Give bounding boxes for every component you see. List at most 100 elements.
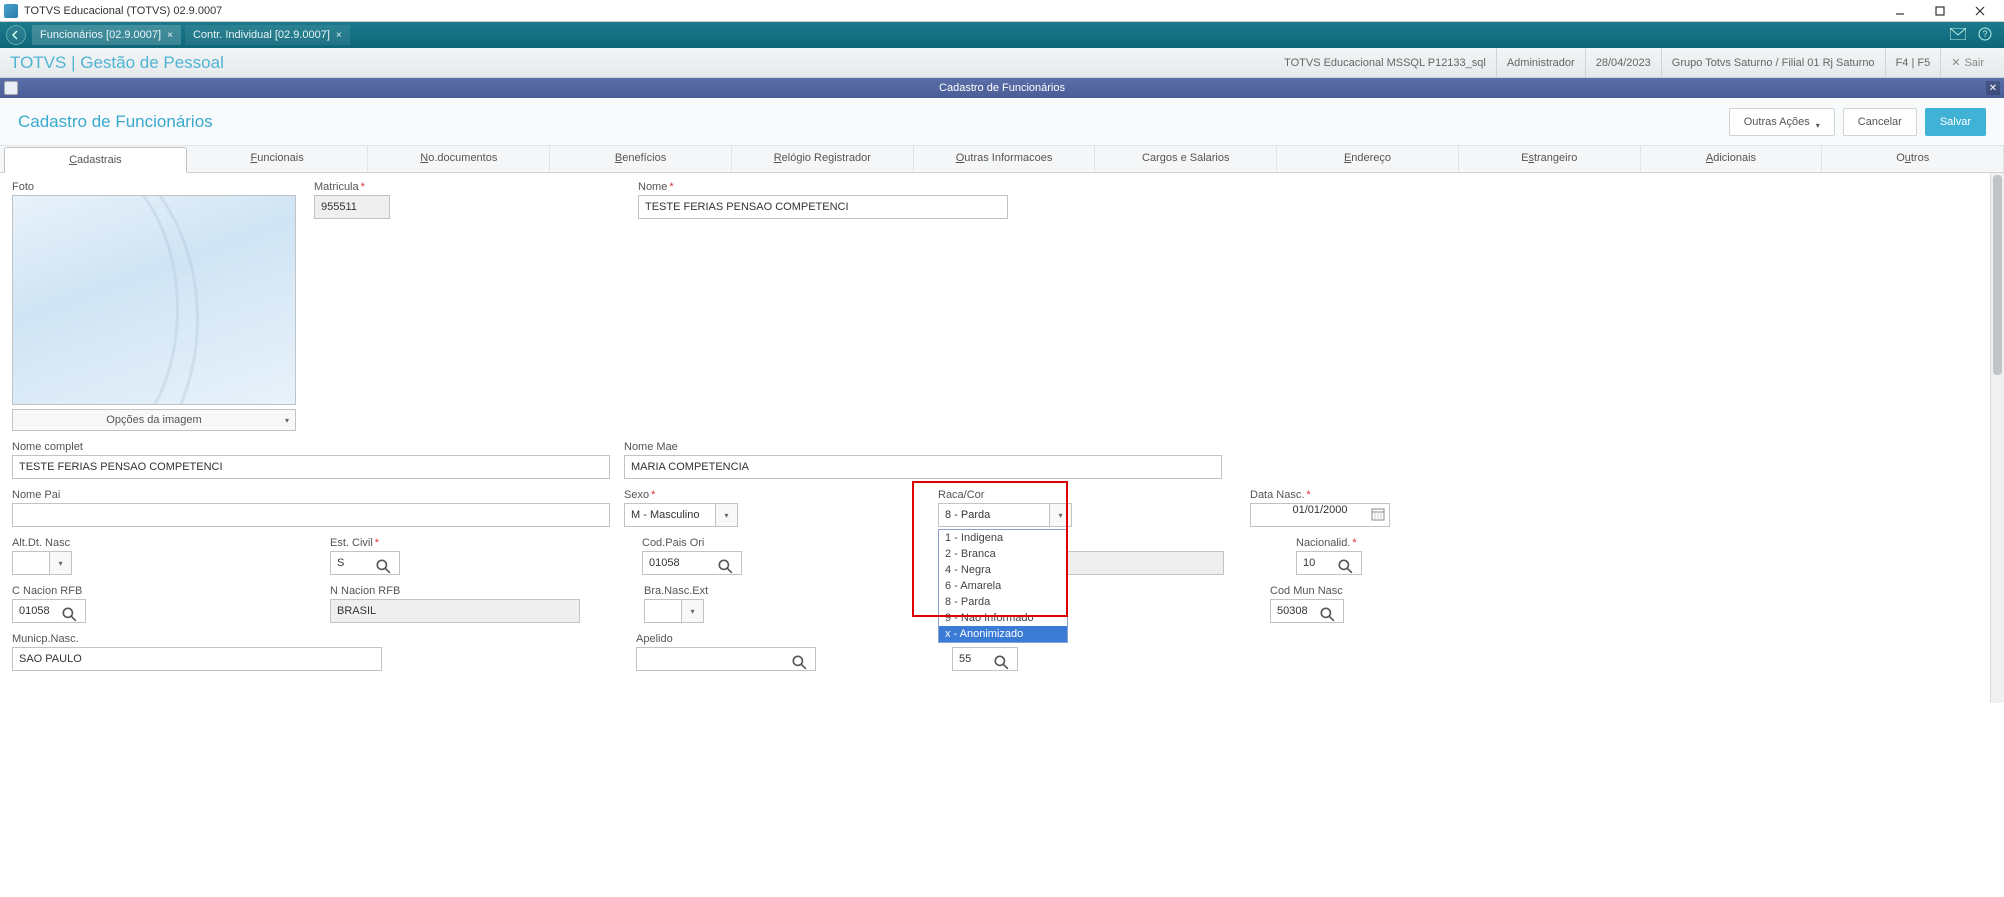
help-icon[interactable]: ?	[1978, 27, 1992, 44]
label-nome-pai: Nome Pai	[12, 489, 610, 501]
app-icon	[4, 4, 18, 18]
tab-no-documentos[interactable]: No.documentos	[368, 146, 550, 172]
window-icon	[4, 81, 18, 95]
raca-option[interactable]: 8 - Parda	[939, 594, 1067, 610]
svg-text:?: ?	[1982, 29, 1987, 39]
form-area: Foto Opções da imagem▾ Matricula* Nome*	[0, 173, 2004, 703]
raca-option[interactable]: 6 - Amarela	[939, 578, 1067, 594]
label-raca-cor: Raca/Cor	[938, 489, 1072, 501]
search-icon[interactable]	[379, 555, 395, 571]
raca-option[interactable]: 1 - Indigena	[939, 530, 1067, 546]
tab-endereco[interactable]: Endereço	[1277, 146, 1459, 172]
label-foto: Foto	[12, 181, 300, 193]
date-label: 28/04/2023	[1585, 48, 1661, 78]
subwindow-title: Cadastro de Funcionários	[939, 82, 1065, 94]
app-tab-contr-individual[interactable]: Contr. Individual [02.9.0007]×	[185, 25, 350, 45]
tab-funcionais[interactable]: Funcionais	[187, 146, 369, 172]
data-nasc-field[interactable]: 01/01/2000	[1250, 503, 1390, 527]
vertical-scrollbar[interactable]	[1990, 173, 2004, 703]
form-tabs: Cadastrais Funcionais No.documentos Bene…	[0, 146, 2004, 173]
raca-cor-combo[interactable]: 8 - Parda▾	[938, 503, 1072, 527]
nome-complet-field[interactable]	[12, 455, 610, 479]
tab-cargos-salarios[interactable]: Cargos e Salarios	[1095, 146, 1277, 172]
subwindow-titlebar: Cadastro de Funcionários ✕	[0, 78, 2004, 98]
raca-option[interactable]: 9 - Nao Informado	[939, 610, 1067, 626]
est-civil-field[interactable]: S	[330, 551, 400, 575]
label-est-civil: Est. Civil*	[330, 537, 400, 549]
search-icon[interactable]	[1323, 603, 1339, 619]
search-icon[interactable]	[65, 603, 81, 619]
brand-title: TOTVS | Gestão de Pessoal	[10, 53, 224, 73]
nome-pai-field[interactable]	[12, 503, 610, 527]
nome-field[interactable]	[638, 195, 1008, 219]
tab-outros[interactable]: Outros	[1822, 146, 2004, 172]
municp-nasc-field[interactable]	[12, 647, 382, 671]
save-button[interactable]: Salvar	[1925, 108, 1986, 136]
back-button[interactable]	[6, 25, 26, 45]
exit-button[interactable]: ✕Sair	[1940, 48, 1994, 78]
label-c-nacion-rfb: C Nacion RFB	[12, 585, 86, 597]
close-button[interactable]	[1960, 0, 2000, 22]
photo-placeholder	[12, 195, 296, 405]
nacionalid-field[interactable]: 10	[1296, 551, 1362, 575]
cod-mun-nasc-field[interactable]: 50308	[1270, 599, 1344, 623]
label-cod-pais-ori: Cod.Pais Ori	[642, 537, 742, 549]
search-icon[interactable]	[1341, 555, 1357, 571]
mail-icon[interactable]	[1950, 28, 1966, 43]
label-apelido: Apelido	[636, 633, 816, 645]
page-header: Cadastro de Funcionários Outras Ações Ca…	[0, 98, 2004, 146]
tab-beneficios[interactable]: Benefícios	[550, 146, 732, 172]
alt-dt-nasc-combo[interactable]: ▾	[12, 551, 72, 575]
tab-relogio[interactable]: Relógio Registrador	[732, 146, 914, 172]
search-icon[interactable]	[795, 651, 811, 667]
page-title: Cadastro de Funcionários	[18, 112, 213, 132]
search-icon[interactable]	[721, 555, 737, 571]
label-data-nasc: Data Nasc.*	[1250, 489, 1390, 501]
n-nacion-rfb-field	[330, 599, 580, 623]
tab-cadastrais[interactable]: Cadastrais	[4, 147, 187, 173]
label-sexo: Sexo*	[624, 489, 738, 501]
subwindow-close-icon[interactable]: ✕	[1986, 81, 2000, 95]
header-bar: TOTVS | Gestão de Pessoal TOTVS Educacio…	[0, 48, 2004, 78]
label-nacionalid: Nacionalid.*	[1296, 537, 1362, 549]
label-nome-mae: Nome Mae	[624, 441, 1222, 453]
os-titlebar: TOTVS Educacional (TOTVS) 02.9.0007	[0, 0, 2004, 22]
cod-pais-ori-field[interactable]: 01058	[642, 551, 742, 575]
raca-option[interactable]: x - Anonimizado	[939, 626, 1067, 642]
nome-mae-field[interactable]	[624, 455, 1222, 479]
tab-estrangeiro[interactable]: Estrangeiro	[1459, 146, 1641, 172]
tab-outras-info[interactable]: Outras Informacoes	[914, 146, 1096, 172]
bra-nasc-ext-combo[interactable]: ▾	[644, 599, 704, 623]
other-actions-button[interactable]: Outras Ações	[1729, 108, 1835, 136]
search-icon[interactable]	[997, 651, 1013, 667]
label-alt-dt-nasc: Alt.Dt. Nasc	[12, 537, 72, 549]
chevron-down-icon: ▾	[1049, 504, 1071, 526]
close-icon[interactable]: ×	[167, 30, 173, 41]
maximize-button[interactable]	[1920, 0, 1960, 22]
user-label: Administrador	[1496, 48, 1585, 78]
close-icon[interactable]: ×	[336, 30, 342, 41]
app-tab-funcionarios[interactable]: Funcionários [02.9.0007]×	[32, 25, 181, 45]
raca-option[interactable]: 2 - Branca	[939, 546, 1067, 562]
apelido-field[interactable]	[636, 647, 816, 671]
matricula-field[interactable]	[314, 195, 390, 219]
chevron-down-icon: ▾	[681, 600, 703, 622]
minimize-button[interactable]	[1880, 0, 1920, 22]
keys-label: F4 | F5	[1885, 48, 1941, 78]
raca-cor-dropdown[interactable]: 1 - Indigena 2 - Branca 4 - Negra 6 - Am…	[938, 529, 1068, 643]
label-cod-mun-nasc: Cod Mun Nasc	[1270, 585, 1344, 597]
calendar-icon	[1371, 507, 1385, 524]
c-nacion-rfb-field[interactable]: 01058	[12, 599, 86, 623]
photo-options-button[interactable]: Opções da imagem▾	[12, 409, 296, 431]
window-title: TOTVS Educacional (TOTVS) 02.9.0007	[24, 5, 1880, 17]
raca-option[interactable]: 4 - Negra	[939, 562, 1067, 578]
sexo-combo[interactable]: M - Masculino▾	[624, 503, 738, 527]
label-nome-complet: Nome complet	[12, 441, 610, 453]
tab-adicionais[interactable]: Adicionais	[1641, 146, 1823, 172]
chevron-down-icon: ▾	[49, 552, 71, 574]
cd-inst-rais-field[interactable]: 55	[952, 647, 1018, 671]
label-nome: Nome*	[638, 181, 1008, 193]
label-bra-nasc-ext: Bra.Nasc.Ext	[644, 585, 704, 597]
chevron-down-icon: ▾	[715, 504, 737, 526]
cancel-button[interactable]: Cancelar	[1843, 108, 1917, 136]
